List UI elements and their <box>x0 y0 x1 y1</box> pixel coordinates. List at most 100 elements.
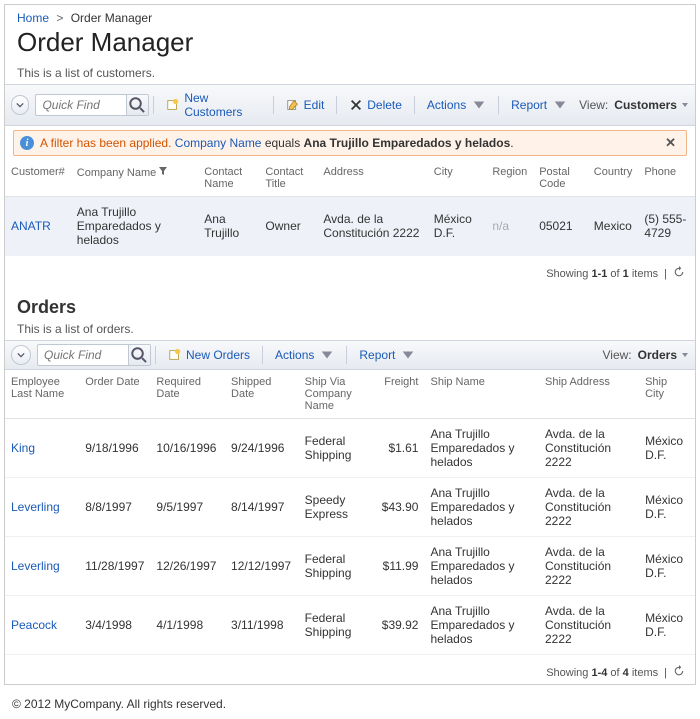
refresh-icon[interactable] <box>673 665 685 680</box>
col-title[interactable]: Contact Title <box>259 160 317 197</box>
quick-find <box>37 344 151 366</box>
search-icon[interactable] <box>126 95 148 115</box>
chevron-down-icon[interactable] <box>11 345 31 365</box>
delete-icon <box>349 98 363 112</box>
breadcrumb-sep: > <box>56 11 63 25</box>
cell: Avda. de la Constitución 2222 <box>539 537 639 596</box>
refresh-icon[interactable] <box>673 266 685 281</box>
employee-link[interactable]: Leverling <box>5 478 79 537</box>
col-shipvia[interactable]: Ship Via Company Name <box>299 370 376 419</box>
cell: Ana Trujillo <box>198 197 259 256</box>
cell: 3/11/1998 <box>225 596 299 655</box>
col-odate[interactable]: Order Date <box>79 370 150 419</box>
view-label: View: <box>603 348 632 362</box>
col-country[interactable]: Country <box>588 160 639 197</box>
cell: Federal Shipping <box>299 596 376 655</box>
cell: México D.F. <box>639 537 695 596</box>
new-customers-button[interactable]: New Customers <box>158 88 268 122</box>
search-icon[interactable] <box>128 345 150 365</box>
breadcrumb-current: Order Manager <box>71 11 152 25</box>
table-row[interactable]: Leverling11/28/199712/26/199712/12/1997F… <box>5 537 695 596</box>
cell: $39.92 <box>376 596 425 655</box>
new-icon <box>166 98 180 112</box>
edit-button[interactable]: Edit <box>278 95 333 115</box>
table-row[interactable]: Peacock3/4/19984/1/19983/11/1998Federal … <box>5 596 695 655</box>
employee-link[interactable]: Leverling <box>5 537 79 596</box>
caret-down-icon <box>553 98 567 112</box>
cell: Ana Trujillo Emparedados y helados <box>424 478 539 537</box>
footer: © 2012 MyCompany. All rights reserved. <box>0 689 700 719</box>
cell: 9/5/1997 <box>150 478 225 537</box>
col-postal[interactable]: Postal Code <box>533 160 588 197</box>
cell: México D.F. <box>639 596 695 655</box>
col-address[interactable]: Address <box>317 160 427 197</box>
cell: $11.99 <box>376 537 425 596</box>
filter-prefix: A filter has been applied. <box>40 136 171 150</box>
cell: Ana Trujillo Emparedados y helados <box>71 197 198 256</box>
breadcrumb: Home > Order Manager <box>5 5 695 27</box>
employee-link[interactable]: King <box>5 419 79 478</box>
orders-toolbar: New Orders Actions Report View: Orders <box>5 340 695 370</box>
new-orders-button[interactable]: New Orders <box>160 345 258 365</box>
quick-find-input[interactable] <box>38 346 128 364</box>
actions-menu[interactable]: Actions <box>419 95 494 115</box>
info-icon: i <box>20 136 34 150</box>
cell: (5) 555-4729 <box>638 197 695 256</box>
col-shipcity[interactable]: Ship City <box>639 370 695 419</box>
col-customer-id[interactable]: Customer# <box>5 160 71 197</box>
cell: Avda. de la Constitución 2222 <box>317 197 427 256</box>
filter-field[interactable]: Company Name <box>175 136 262 150</box>
customer-id-link[interactable]: ANATR <box>5 197 71 256</box>
customers-desc: This is a list of customers. <box>5 64 695 84</box>
cell: Owner <box>259 197 317 256</box>
cell: Avda. de la Constitución 2222 <box>539 596 639 655</box>
cell: $1.61 <box>376 419 425 478</box>
cell: Ana Trujillo Emparedados y helados <box>424 596 539 655</box>
col-company[interactable]: Company Name <box>71 160 198 197</box>
col-contact[interactable]: Contact Name <box>198 160 259 197</box>
cell: 3/4/1998 <box>79 596 150 655</box>
filter-op: equals <box>265 136 300 150</box>
view-selector[interactable]: Orders <box>638 348 689 362</box>
cell: 9/18/1996 <box>79 419 150 478</box>
cell: Avda. de la Constitución 2222 <box>539 478 639 537</box>
col-shipname[interactable]: Ship Name <box>424 370 539 419</box>
orders-heading: Orders <box>5 285 695 320</box>
close-icon[interactable]: ✕ <box>661 135 680 151</box>
actions-menu[interactable]: Actions <box>267 345 342 365</box>
breadcrumb-home[interactable]: Home <box>17 11 49 25</box>
table-row[interactable]: King9/18/199610/16/19969/24/1996Federal … <box>5 419 695 478</box>
filter-icon <box>158 167 168 179</box>
employee-link[interactable]: Peacock <box>5 596 79 655</box>
col-freight[interactable]: Freight <box>376 370 425 419</box>
report-menu[interactable]: Report <box>503 95 575 115</box>
cell: 4/1/1998 <box>150 596 225 655</box>
table-row[interactable]: Leverling8/8/19979/5/19978/14/1997Speedy… <box>5 478 695 537</box>
cell: 10/16/1996 <box>150 419 225 478</box>
cell: Mexico <box>588 197 639 256</box>
chevron-down-icon[interactable] <box>11 95 29 115</box>
col-city[interactable]: City <box>428 160 487 197</box>
col-rdate[interactable]: Required Date <box>150 370 225 419</box>
delete-button[interactable]: Delete <box>341 95 410 115</box>
cell: Speedy Express <box>299 478 376 537</box>
col-region[interactable]: Region <box>486 160 533 197</box>
col-shipaddr[interactable]: Ship Address <box>539 370 639 419</box>
cell: $43.90 <box>376 478 425 537</box>
quick-find-input[interactable] <box>36 96 126 114</box>
view-selector[interactable]: Customers <box>614 98 689 112</box>
col-sdate[interactable]: Shipped Date <box>225 370 299 419</box>
edit-icon <box>286 98 300 112</box>
col-emp[interactable]: Employee Last Name <box>5 370 79 419</box>
filter-value: Ana Trujillo Emparedados y helados <box>304 136 511 150</box>
cell: 12/12/1997 <box>225 537 299 596</box>
col-phone[interactable]: Phone <box>638 160 695 197</box>
cell: Federal Shipping <box>299 537 376 596</box>
table-row[interactable]: ANATRAna Trujillo Emparedados y heladosA… <box>5 197 695 256</box>
customers-toolbar: New Customers Edit Delete Actions Report… <box>5 84 695 126</box>
cell: 12/26/1997 <box>150 537 225 596</box>
new-icon <box>168 348 182 362</box>
cell: México D.F. <box>428 197 487 256</box>
report-menu[interactable]: Report <box>351 345 423 365</box>
caret-down-icon <box>401 348 415 362</box>
